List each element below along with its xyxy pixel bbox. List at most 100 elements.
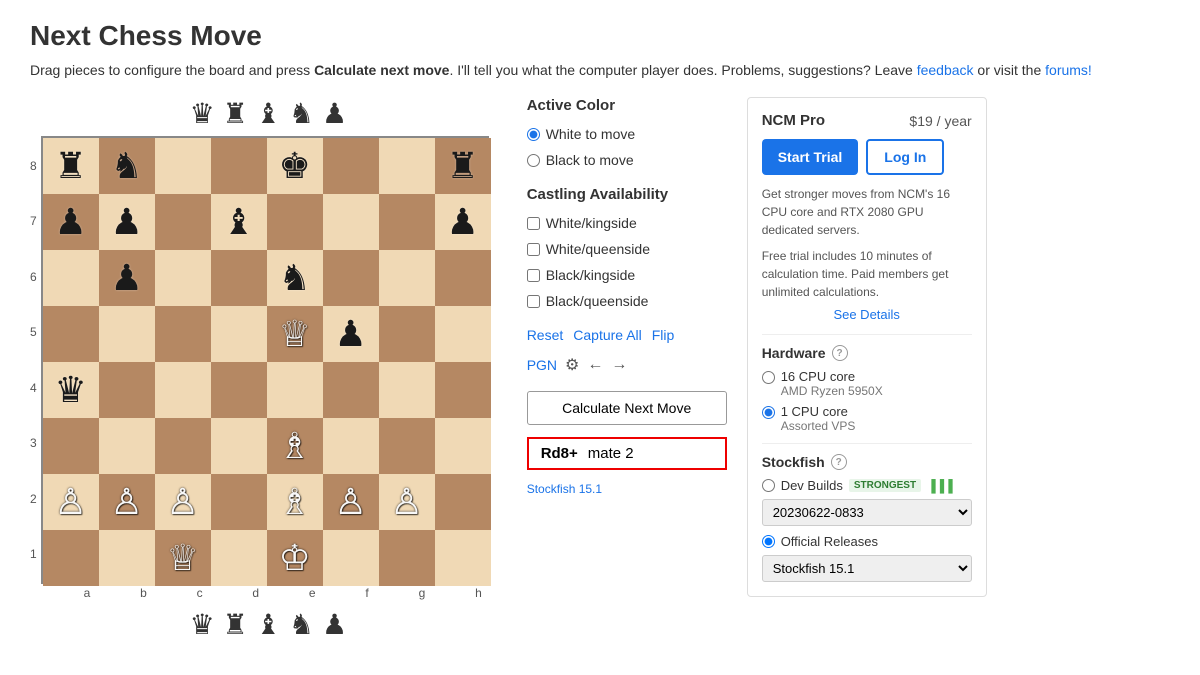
cell-h4[interactable] [435,362,491,418]
tray-knight[interactable]: ♞ [289,97,314,130]
castling-white-queenside[interactable]: White/queenside [527,241,727,257]
cell-g1[interactable] [379,530,435,586]
white-to-move-radio[interactable] [527,128,540,141]
calculate-next-move-button[interactable]: Calculate Next Move [527,391,727,425]
black-to-move-radio[interactable] [527,154,540,167]
cell-c2[interactable]: ♙ [155,474,211,530]
tray-bottom-queen[interactable]: ♛ [190,608,215,641]
arrow-left-icon[interactable]: ← [587,356,603,374]
piece-tray-bottom[interactable]: ♛ ♜ ♝ ♞ ♟ [190,608,348,641]
flip-button[interactable]: Flip [652,327,675,343]
cell-g7[interactable] [379,194,435,250]
cell-g8[interactable] [379,138,435,194]
cell-h6[interactable] [435,250,491,306]
piece-tray-top[interactable]: ♛ ♜ ♝ ♞ ♟ [190,97,348,130]
see-details-link[interactable]: See Details [762,307,972,322]
cell-c3[interactable] [155,418,211,474]
cell-c4[interactable] [155,362,211,418]
tray-bottom-bishop[interactable]: ♝ [256,608,281,641]
cell-d3[interactable] [211,418,267,474]
black-to-move-row[interactable]: Black to move [527,152,727,168]
official-releases-radio[interactable] [762,535,775,548]
cell-f4[interactable] [323,362,379,418]
cell-f5[interactable]: ♟ [323,306,379,362]
cell-c1[interactable]: ♕ [155,530,211,586]
cell-b4[interactable] [99,362,155,418]
cell-f2[interactable]: ♙ [323,474,379,530]
cell-h7[interactable]: ♟ [435,194,491,250]
cell-b5[interactable] [99,306,155,362]
cell-g3[interactable] [379,418,435,474]
tray-queen[interactable]: ♛ [190,97,215,130]
cell-b6[interactable]: ♟ [99,250,155,306]
cell-g2[interactable]: ♙ [379,474,435,530]
cell-b8[interactable]: ♞ [99,138,155,194]
cell-h8[interactable]: ♜ [435,138,491,194]
cell-d1[interactable] [211,530,267,586]
cell-d8[interactable] [211,138,267,194]
tray-bottom-knight[interactable]: ♞ [289,608,314,641]
cell-f6[interactable] [323,250,379,306]
cell-a7[interactable]: ♟ [43,194,99,250]
cell-a6[interactable] [43,250,99,306]
cell-e1[interactable]: ♔ [267,530,323,586]
white-to-move-row[interactable]: White to move [527,126,727,142]
hw-option-1cpu[interactable]: 1 CPU core Assorted VPS [762,404,972,433]
cell-d2[interactable] [211,474,267,530]
tray-bottom-pawn[interactable]: ♟ [322,608,347,641]
cell-c5[interactable] [155,306,211,362]
castling-black-queenside-checkbox[interactable] [527,295,540,308]
cell-a2[interactable]: ♙ [43,474,99,530]
pgn-label[interactable]: PGN [527,357,557,373]
hw-1cpu-radio[interactable] [762,406,775,419]
cell-b2[interactable]: ♙ [99,474,155,530]
cell-f7[interactable] [323,194,379,250]
hardware-help-icon[interactable]: ? [832,345,848,361]
log-in-button[interactable]: Log In [866,139,944,175]
cell-e8[interactable]: ♚ [267,138,323,194]
cell-b3[interactable] [99,418,155,474]
cell-f8[interactable] [323,138,379,194]
gear-icon[interactable]: ⚙ [565,355,579,375]
arrow-right-icon[interactable]: → [611,356,627,374]
cell-a1[interactable] [43,530,99,586]
cell-h5[interactable] [435,306,491,362]
chess-board[interactable]: ♜♞♚♜♟♟♝♟♟♞♕♟♛♗♙♙♙♗♙♙♕♔ [41,136,489,584]
cell-c7[interactable] [155,194,211,250]
reset-button[interactable]: Reset [527,327,564,343]
start-trial-button[interactable]: Start Trial [762,139,859,175]
cell-b1[interactable] [99,530,155,586]
cell-a4[interactable]: ♛ [43,362,99,418]
castling-white-queenside-checkbox[interactable] [527,243,540,256]
tray-rook[interactable]: ♜ [223,97,248,130]
cell-e4[interactable] [267,362,323,418]
cell-d4[interactable] [211,362,267,418]
castling-black-kingside-checkbox[interactable] [527,269,540,282]
hw-16cpu-radio[interactable] [762,371,775,384]
cell-a8[interactable]: ♜ [43,138,99,194]
castling-white-kingside[interactable]: White/kingside [527,215,727,231]
cell-c6[interactable] [155,250,211,306]
castling-white-kingside-checkbox[interactable] [527,217,540,230]
cell-f1[interactable] [323,530,379,586]
cell-e7[interactable] [267,194,323,250]
tray-bishop[interactable]: ♝ [256,97,281,130]
cell-b7[interactable]: ♟ [99,194,155,250]
cell-h3[interactable] [435,418,491,474]
cell-e3[interactable]: ♗ [267,418,323,474]
cell-d7[interactable]: ♝ [211,194,267,250]
cell-h2[interactable] [435,474,491,530]
cell-d5[interactable] [211,306,267,362]
dev-version-select[interactable]: 20230622-0833 [762,499,972,526]
feedback-link[interactable]: feedback [917,62,974,78]
cell-a3[interactable] [43,418,99,474]
hw-option-16cpu[interactable]: 16 CPU core AMD Ryzen 5950X [762,369,972,398]
official-version-select[interactable]: Stockfish 15.1 [762,555,972,582]
cell-g4[interactable] [379,362,435,418]
dev-builds-radio[interactable] [762,479,775,492]
tray-pawn[interactable]: ♟ [322,97,347,130]
cell-g5[interactable] [379,306,435,362]
cell-e6[interactable]: ♞ [267,250,323,306]
cell-h1[interactable] [435,530,491,586]
cell-f3[interactable] [323,418,379,474]
